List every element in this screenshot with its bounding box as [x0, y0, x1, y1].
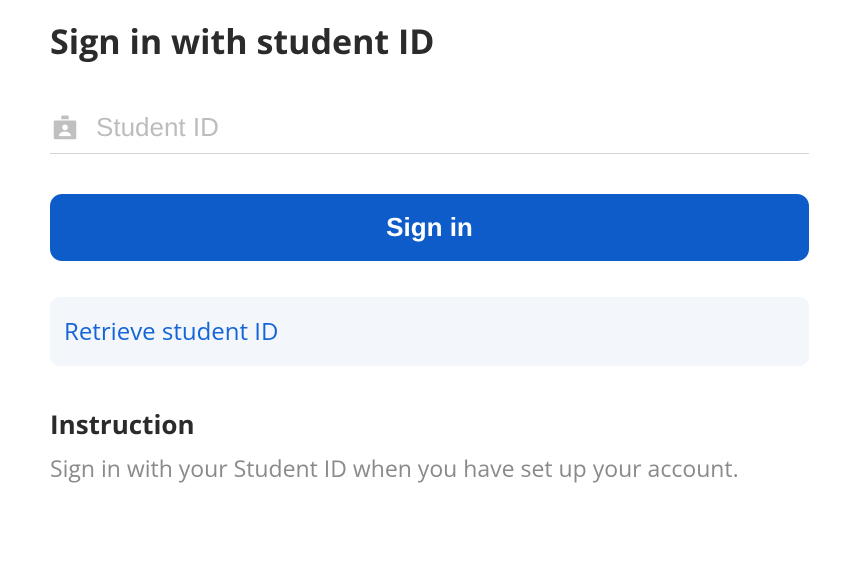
- signin-button[interactable]: Sign in: [50, 194, 809, 261]
- id-badge-icon: [50, 113, 80, 143]
- instruction-heading: Instruction: [50, 406, 809, 442]
- student-id-input[interactable]: [96, 112, 809, 143]
- student-id-field-row: [50, 112, 809, 154]
- instruction-body: Sign in with your Student ID when you ha…: [50, 452, 809, 484]
- page-title: Sign in with student ID: [50, 18, 809, 64]
- retrieve-student-id-link[interactable]: Retrieve student ID: [64, 315, 278, 348]
- retrieve-panel: Retrieve student ID: [50, 297, 809, 366]
